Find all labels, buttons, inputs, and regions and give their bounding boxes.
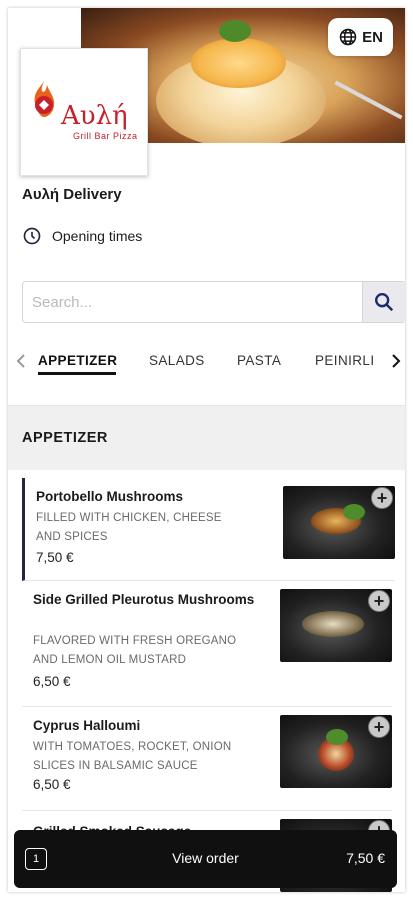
garnish-shape xyxy=(326,729,348,745)
item-price: 6,50 € xyxy=(33,777,71,792)
app-screen: EN Αυλή Grill Bar Pizza Αυλή Delivery Op… xyxy=(8,8,405,892)
scroll-right-button[interactable] xyxy=(388,351,404,371)
language-label: EN xyxy=(362,28,383,46)
item-description: WITH TOMATOES, ROCKET, ONION SLICES IN B… xyxy=(33,741,232,772)
order-total: 7,50 € xyxy=(346,850,385,866)
item-price: 7,50 € xyxy=(36,550,74,565)
pasta-shape xyxy=(191,38,286,88)
opening-times-label: Opening times xyxy=(52,228,143,244)
globe-icon xyxy=(339,28,357,46)
section-title: APPETIZER xyxy=(22,430,108,446)
category-tabs: APPETIZER SALADS PASTA PEINIRLI xyxy=(8,345,405,381)
restaurant-logo: Αυλή Grill Bar Pizza xyxy=(20,48,148,176)
garnish-shape xyxy=(343,504,365,520)
search-icon xyxy=(375,293,394,312)
search-bar xyxy=(22,281,405,323)
tab-salads[interactable]: SALADS xyxy=(149,353,205,368)
item-description: FLAVORED WITH FRESH OREGANO AND LEMON OI… xyxy=(33,635,237,666)
item-name: Portobello Mushrooms xyxy=(36,489,184,504)
active-tab-indicator xyxy=(38,372,116,375)
language-button[interactable]: EN xyxy=(328,18,393,56)
fork-shape xyxy=(334,80,403,120)
item-description: FILLED WITH CHICKEN, CHEESE AND SPICES xyxy=(36,512,222,543)
item-image: + xyxy=(280,715,392,788)
search-button[interactable] xyxy=(362,282,405,322)
scroll-left-button[interactable] xyxy=(13,351,29,371)
tab-peinirli[interactable]: PEINIRLI xyxy=(315,353,374,368)
view-order-label: View order xyxy=(172,850,239,866)
menu-item[interactable]: Portobello Mushrooms FILLED WITH CHICKEN… xyxy=(22,478,395,581)
opening-times-link[interactable]: Opening times xyxy=(22,226,142,246)
item-price: 6,50 € xyxy=(33,674,71,689)
menu-item[interactable]: Side Grilled Pleurotus Mushrooms FLAVORE… xyxy=(22,581,392,707)
tab-pasta[interactable]: PASTA xyxy=(237,353,281,368)
add-to-order-button[interactable]: + xyxy=(368,590,390,612)
chevron-right-icon xyxy=(392,354,401,368)
add-to-order-button[interactable]: + xyxy=(371,487,393,509)
restaurant-title: Αυλή Delivery xyxy=(22,186,122,203)
plus-icon: + xyxy=(373,591,385,611)
food-shape xyxy=(302,611,364,637)
brand-name: Αυλή xyxy=(61,101,128,131)
view-order-button[interactable]: 1 View order 7,50 € xyxy=(14,830,397,888)
herb-shape xyxy=(219,20,251,42)
plus-icon: + xyxy=(376,488,388,508)
add-to-order-button[interactable]: + xyxy=(368,716,390,738)
section-header: APPETIZER xyxy=(8,405,405,470)
search-input[interactable] xyxy=(23,282,362,322)
tab-appetizer[interactable]: APPETIZER xyxy=(38,353,117,368)
item-image: + xyxy=(280,589,392,662)
clock-icon xyxy=(23,227,41,245)
chevron-left-icon xyxy=(16,354,25,368)
plus-icon: + xyxy=(373,717,385,737)
item-name: Side Grilled Pleurotus Mushrooms xyxy=(33,592,255,607)
item-name: Cyprus Halloumi xyxy=(33,718,141,733)
item-image: + xyxy=(283,486,395,559)
brand-tagline: Grill Bar Pizza xyxy=(73,131,138,141)
menu-item[interactable]: Cyprus Halloumi WITH TOMATOES, ROCKET, O… xyxy=(22,707,392,811)
flame-icon xyxy=(34,81,55,117)
